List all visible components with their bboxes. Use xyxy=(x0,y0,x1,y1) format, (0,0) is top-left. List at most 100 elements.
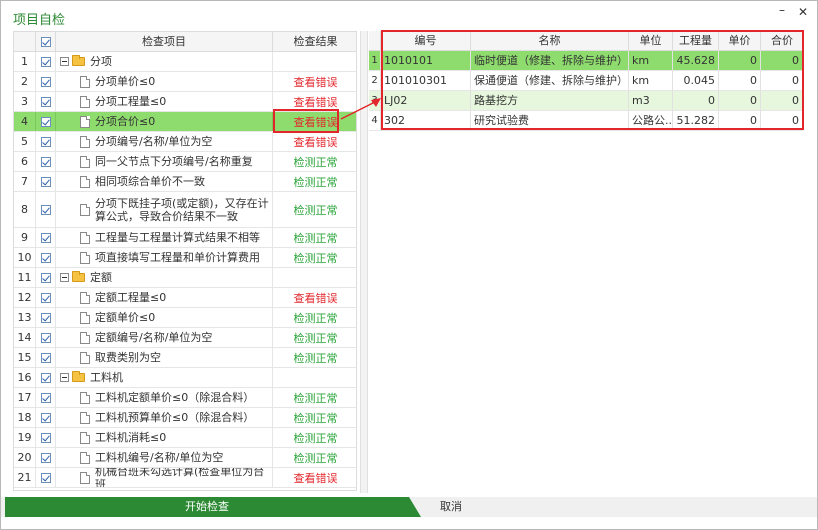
row-number: 5 xyxy=(14,132,36,151)
row-checkbox-cell[interactable] xyxy=(36,388,56,407)
checkbox-icon[interactable] xyxy=(40,432,51,443)
row-number: 21 xyxy=(14,468,36,487)
cancel-button[interactable]: 取消 xyxy=(421,497,481,517)
check-item-row[interactable]: 12 定额工程量≤0 查看错误 xyxy=(14,288,356,308)
checkbox-icon[interactable] xyxy=(40,156,51,167)
collapse-icon[interactable] xyxy=(60,273,69,282)
row-checkbox-cell[interactable] xyxy=(36,152,56,171)
row-checkbox-cell[interactable] xyxy=(36,228,56,247)
row-checkbox-cell[interactable] xyxy=(36,92,56,111)
checkbox-icon[interactable] xyxy=(40,372,51,383)
check-result-cell[interactable]: 查看错误 xyxy=(273,72,356,91)
close-icon[interactable]: ✕ xyxy=(798,5,808,19)
check-item-row[interactable]: 1 分项 xyxy=(14,52,356,72)
check-item-row[interactable]: 9 工程量与工程量计算式结果不相等 检测正常 xyxy=(14,228,356,248)
check-item-label: 工料机编号/名称/单位为空 xyxy=(95,451,224,464)
check-item-row[interactable]: 6 同一父节点下分项编号/名称重复 检测正常 xyxy=(14,152,356,172)
checkbox-icon[interactable] xyxy=(40,272,51,283)
row-checkbox-cell[interactable] xyxy=(36,192,56,227)
check-item-row[interactable]: 2 分项单价≤0 查看错误 xyxy=(14,72,356,92)
check-item-row[interactable]: 13 定额单价≤0 检测正常 xyxy=(14,308,356,328)
row-checkbox-cell[interactable] xyxy=(36,72,56,91)
row-checkbox-cell[interactable] xyxy=(36,172,56,191)
check-item-row[interactable]: 10 项直接填写工程量和单价计算费用 检测正常 xyxy=(14,248,356,268)
document-icon xyxy=(80,331,90,344)
row-checkbox-cell[interactable] xyxy=(36,248,56,267)
row-checkbox-cell[interactable] xyxy=(36,112,56,131)
checkbox-icon[interactable] xyxy=(40,232,51,243)
row-checkbox-cell[interactable] xyxy=(36,288,56,307)
start-check-button[interactable]: 开始检查 xyxy=(5,497,421,517)
minimize-icon[interactable]: – xyxy=(779,3,785,17)
collapse-icon[interactable] xyxy=(60,373,69,382)
check-result-cell[interactable]: 查看错误 xyxy=(273,132,356,151)
checkbox-icon[interactable] xyxy=(40,312,51,323)
checkbox-icon[interactable] xyxy=(40,136,51,147)
row-checkbox-cell[interactable] xyxy=(36,408,56,427)
checkbox-icon[interactable] xyxy=(40,392,51,403)
row-checkbox-cell[interactable] xyxy=(36,52,56,71)
row-checkbox-cell[interactable] xyxy=(36,468,56,487)
check-item-label: 定额编号/名称/单位为空 xyxy=(95,331,213,344)
check-ok-label: 检测正常 xyxy=(293,351,338,365)
checkbox-icon[interactable] xyxy=(40,472,51,483)
check-result-cell: 检测正常 xyxy=(273,308,356,327)
check-item-row[interactable]: 8 分项下既挂子项(或定额)，又存在计算公式，导致合价结果不一致 检测正常 xyxy=(14,192,356,228)
row-number: 8 xyxy=(14,192,36,227)
row-checkbox-cell[interactable] xyxy=(36,448,56,467)
checkbox-icon[interactable] xyxy=(40,204,51,215)
checkbox-icon[interactable] xyxy=(40,96,51,107)
checkbox-icon[interactable] xyxy=(40,352,51,363)
checkbox-icon[interactable] xyxy=(40,292,51,303)
checkbox-icon[interactable] xyxy=(40,76,51,87)
check-item-row[interactable]: 15 取费类别为空 检测正常 xyxy=(14,348,356,368)
view-error-link[interactable]: 查看错误 xyxy=(294,470,338,486)
detail-row-number: 2 xyxy=(369,71,381,91)
check-item-row[interactable]: 19 工料机消耗≤0 检测正常 xyxy=(14,428,356,448)
view-error-link[interactable]: 查看错误 xyxy=(294,290,338,306)
collapse-icon[interactable] xyxy=(60,57,69,66)
row-number: 7 xyxy=(14,172,36,191)
view-error-link[interactable]: 查看错误 xyxy=(294,94,338,110)
check-item-row[interactable]: 5 分项编号/名称/单位为空 查看错误 xyxy=(14,132,356,152)
check-result-cell[interactable]: 查看错误 xyxy=(273,468,356,487)
row-checkbox-cell[interactable] xyxy=(36,308,56,327)
checkbox-icon[interactable] xyxy=(40,332,51,343)
row-number: 6 xyxy=(14,152,36,171)
check-item-row[interactable]: 21 机械台班未勾选计算(检查单位为台班 查看错误 xyxy=(14,468,356,488)
header-result: 检查结果 xyxy=(293,35,338,48)
check-item-name-cell: 工料机定额单价≤0（除混合料） xyxy=(56,388,273,407)
row-checkbox-cell[interactable] xyxy=(36,428,56,447)
check-result-cell[interactable]: 查看错误 xyxy=(273,288,356,307)
checkbox-icon[interactable] xyxy=(40,56,51,67)
check-result-cell: 检测正常 xyxy=(273,152,356,171)
checkbox-icon[interactable] xyxy=(40,176,51,187)
check-item-name-cell: 分项编号/名称/单位为空 xyxy=(56,132,273,151)
row-checkbox-cell[interactable] xyxy=(36,132,56,151)
checkbox-icon[interactable] xyxy=(40,452,51,463)
header-check-all[interactable] xyxy=(36,32,56,52)
checkbox-icon[interactable] xyxy=(40,412,51,423)
header-num xyxy=(14,32,36,52)
view-error-link[interactable]: 查看错误 xyxy=(294,74,338,90)
check-item-row[interactable]: 16 工料机 xyxy=(14,368,356,388)
view-error-link[interactable]: 查看错误 xyxy=(294,134,338,150)
check-item-row[interactable]: 20 工料机编号/名称/单位为空 检测正常 xyxy=(14,448,356,468)
check-item-label: 定额单价≤0 xyxy=(95,311,156,324)
checkbox-icon[interactable] xyxy=(40,252,51,263)
row-checkbox-cell[interactable] xyxy=(36,328,56,347)
check-item-name-cell: 定额工程量≤0 xyxy=(56,288,273,307)
row-number: 18 xyxy=(14,408,36,427)
check-all-icon[interactable] xyxy=(40,37,51,47)
check-item-row[interactable]: 17 工料机定额单价≤0（除混合料） 检测正常 xyxy=(14,388,356,408)
row-checkbox-cell[interactable] xyxy=(36,368,56,387)
row-checkbox-cell[interactable] xyxy=(36,268,56,287)
checkbox-icon[interactable] xyxy=(40,116,51,127)
check-result-cell xyxy=(273,368,356,387)
check-item-row[interactable]: 18 工料机预算单价≤0（除混合料） 检测正常 xyxy=(14,408,356,428)
check-item-row[interactable]: 14 定额编号/名称/单位为空 检测正常 xyxy=(14,328,356,348)
check-item-row[interactable]: 7 相同项综合单价不一致 检测正常 xyxy=(14,172,356,192)
detail-row-number: 1 xyxy=(369,51,381,71)
check-item-row[interactable]: 11 定额 xyxy=(14,268,356,288)
row-checkbox-cell[interactable] xyxy=(36,348,56,367)
